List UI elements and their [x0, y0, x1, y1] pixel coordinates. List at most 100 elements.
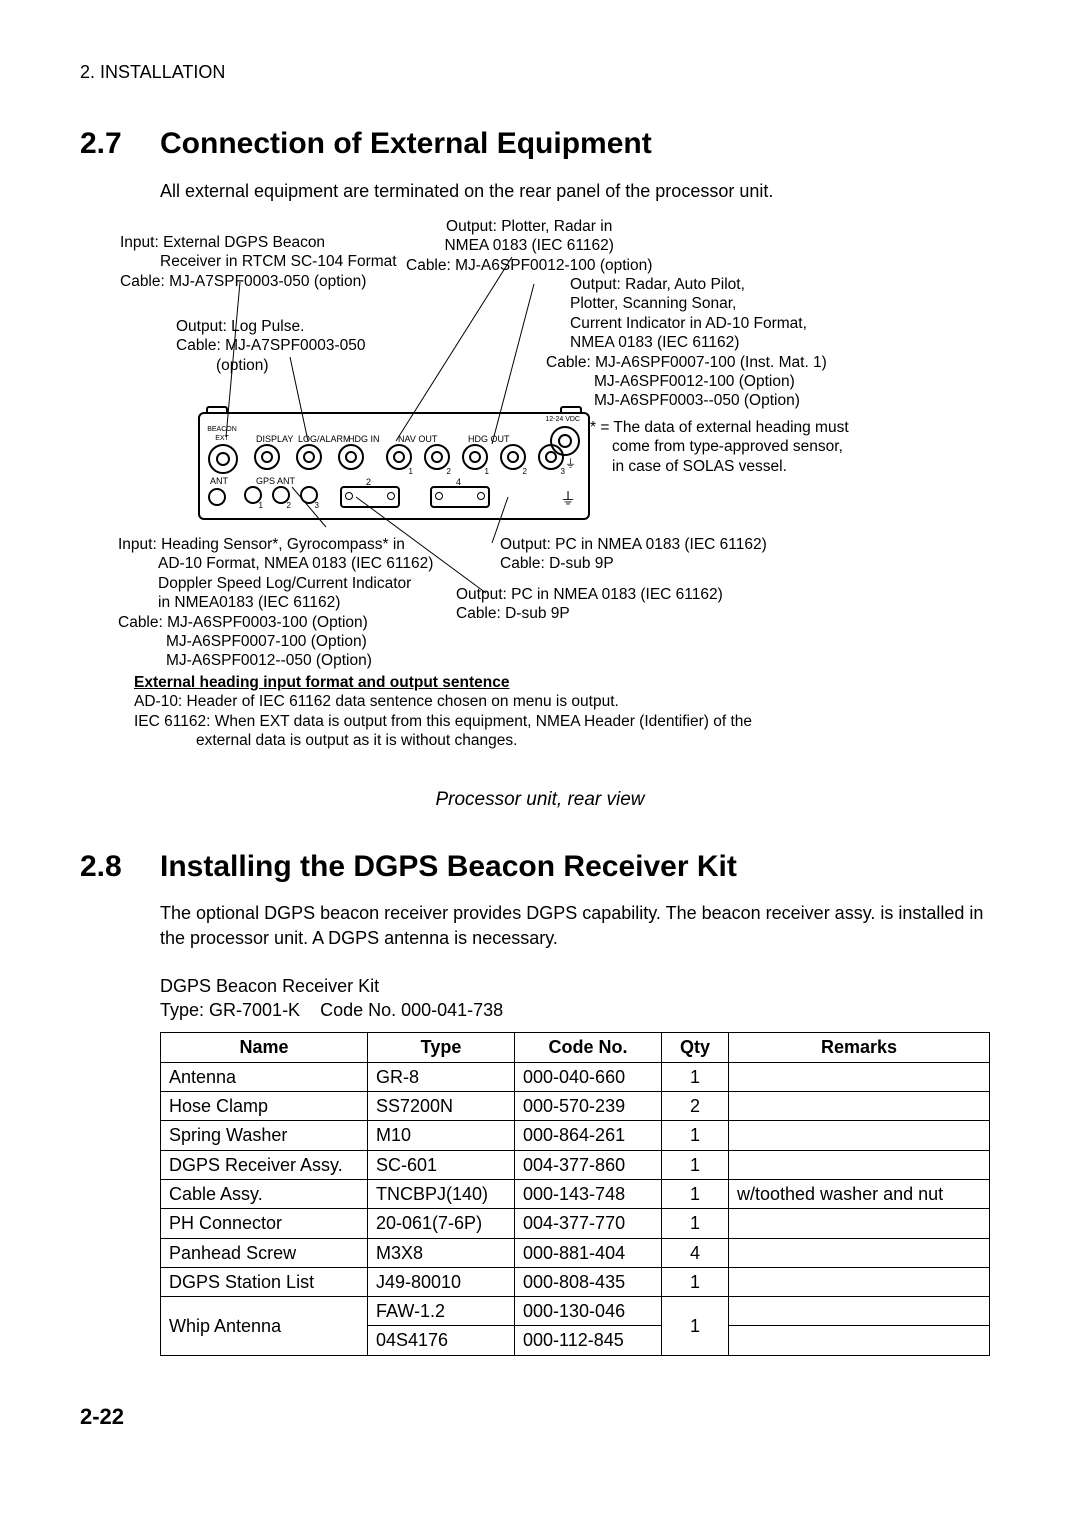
text: Doppler Speed Log/Current Indicator	[158, 574, 433, 593]
cell-type: SS7200N	[368, 1092, 515, 1121]
table-row: Whip AntennaFAW-1.2000-130-0461	[161, 1297, 990, 1326]
text: in case of SOLAS vessel.	[612, 457, 849, 476]
parts-table: Name Type Code No. Qty Remarks AntennaGR…	[160, 1032, 990, 1355]
text: Output: PC in NMEA 0183 (IEC 61162)	[500, 535, 767, 554]
table-row: DGPS Receiver Assy.SC-601004-377-8601	[161, 1150, 990, 1179]
fuse-icon: ⏚	[565, 458, 576, 472]
th-type: Type	[368, 1033, 515, 1062]
callout-radar-output: Output: Radar, Auto Pilot, Plotter, Scan…	[570, 275, 827, 411]
text: Output: Log Pulse.	[176, 317, 366, 336]
text: NMEA 0183 (IEC 61162)	[406, 236, 652, 255]
cell-type: 04S4176	[368, 1326, 515, 1355]
callout-heading-input: Input: Heading Sensor*, Gyrocompass* in …	[118, 535, 433, 671]
text: Output: Radar, Auto Pilot,	[570, 275, 827, 294]
cell-code: 000-570-239	[515, 1092, 662, 1121]
text: NMEA 0183 (IEC 61162)	[570, 333, 827, 352]
section-title: Connection of External Equipment	[160, 127, 652, 160]
section-2-7-intro: All external equipment are terminated on…	[160, 179, 1000, 203]
text: AD-10 Format, NMEA 0183 (IEC 61162)	[158, 554, 433, 573]
port-power	[550, 426, 580, 456]
th-qty: Qty	[662, 1033, 729, 1062]
section-2-8-heading: 2.8Installing the DGPS Beacon Receiver K…	[80, 847, 1000, 888]
cell-name: Whip Antenna	[161, 1297, 368, 1356]
text: AD-10: Header of IEC 61162 data sentence…	[134, 692, 752, 711]
cell-remarks	[729, 1238, 990, 1267]
cell-code: 000-864-261	[515, 1121, 662, 1150]
processor-rear-diagram: Input: External DGPS Beacon Receiver in …	[80, 217, 1000, 777]
cell-remarks	[729, 1209, 990, 1238]
cell-code: 000-112-845	[515, 1326, 662, 1355]
cell-qty: 1	[662, 1062, 729, 1091]
text: Output: PC in NMEA 0183 (IEC 61162)	[456, 585, 723, 604]
cell-remarks	[729, 1092, 990, 1121]
diagram-caption: Processor unit, rear view	[80, 787, 1000, 813]
table-header-row: Name Type Code No. Qty Remarks	[161, 1033, 990, 1062]
cell-code: 004-377-770	[515, 1209, 662, 1238]
table-row: Cable Assy.TNCBPJ(140)000-143-7481w/toot…	[161, 1179, 990, 1208]
cell-name: Antenna	[161, 1062, 368, 1091]
kit-type-code: Type: GR-7001-K Code No. 000-041-738	[160, 998, 1000, 1022]
port-gps-2: 2	[272, 486, 290, 504]
text: Cable: MJ-A6SPF0007-100 (Inst. Mat. 1)	[546, 353, 827, 372]
cell-code: 004-377-860	[515, 1150, 662, 1179]
text: Receiver in RTCM SC-104 Format	[160, 252, 397, 271]
callout-plotter-output: Output: Plotter, Radar in NMEA 0183 (IEC…	[406, 217, 652, 275]
text: MJ-A6SPF0003--050 (Option)	[594, 391, 827, 410]
text: Current Indicator in AD-10 Format,	[570, 314, 827, 333]
port-hdgin	[338, 444, 364, 470]
callout-beacon-input: Input: External DGPS Beacon Receiver in …	[120, 233, 397, 291]
cell-type: TNCBPJ(140)	[368, 1179, 515, 1208]
cell-remarks	[729, 1150, 990, 1179]
section-title: Installing the DGPS Beacon Receiver Kit	[160, 850, 737, 883]
text: Cable: D-sub 9P	[456, 604, 723, 623]
cell-name: Hose Clamp	[161, 1092, 368, 1121]
text: External heading input format and output…	[134, 673, 752, 692]
cell-type: GR-8	[368, 1062, 515, 1091]
cell-qty: 2	[662, 1092, 729, 1121]
text: MJ-A6SPF0012--050 (Option)	[166, 651, 433, 670]
table-row: AntennaGR-8000-040-6601	[161, 1062, 990, 1091]
text: Cable: MJ-A7SPF0003-050	[176, 336, 366, 355]
callout-log-pulse: Output: Log Pulse. Cable: MJ-A7SPF0003-0…	[176, 317, 366, 375]
th-name: Name	[161, 1033, 368, 1062]
cell-code: 000-881-404	[515, 1238, 662, 1267]
cell-remarks	[729, 1062, 990, 1091]
text: Input: External DGPS Beacon	[120, 233, 397, 252]
cell-code: 000-808-435	[515, 1267, 662, 1296]
cell-name: Cable Assy.	[161, 1179, 368, 1208]
cell-name: DGPS Receiver Assy.	[161, 1150, 368, 1179]
cell-name: PH Connector	[161, 1209, 368, 1238]
text: MJ-A6SPF0007-100 (Option)	[166, 632, 433, 651]
section-2-8-intro: The optional DGPS beacon receiver provid…	[160, 901, 1000, 950]
port-display	[254, 444, 280, 470]
cell-qty: 1	[662, 1179, 729, 1208]
processor-unit: 12-24 VDC BEACONEXT DISPLAY LOG/ALARM HD…	[198, 412, 590, 520]
dsub-2: 2	[340, 486, 400, 508]
callout-star-note: * = The data of external heading must co…	[590, 418, 849, 476]
text: in NMEA0183 (IEC 61162)	[158, 593, 433, 612]
callout-pc-out-1: Output: PC in NMEA 0183 (IEC 61162) Cabl…	[500, 535, 767, 574]
cell-type: FAW-1.2	[368, 1297, 515, 1326]
cell-type: SC-601	[368, 1150, 515, 1179]
dsub-4: 4	[430, 486, 490, 508]
cell-remarks	[729, 1267, 990, 1296]
table-row: Hose ClampSS7200N000-570-2392	[161, 1092, 990, 1121]
table-row: Panhead ScrewM3X8000-881-4044	[161, 1238, 990, 1267]
chapter-header: 2. INSTALLATION	[80, 60, 1000, 84]
table-row: Spring WasherM10000-864-2611	[161, 1121, 990, 1150]
text: MJ-A6SPF0012-100 (Option)	[594, 372, 827, 391]
table-row: PH Connector20-061(7-6P)004-377-7701	[161, 1209, 990, 1238]
lbl-beacon: BEACONEXT	[204, 426, 240, 444]
cell-qty: 1	[662, 1209, 729, 1238]
text: external data is output as it is without…	[196, 731, 752, 750]
cell-remarks: w/toothed washer and nut	[729, 1179, 990, 1208]
th-remarks: Remarks	[729, 1033, 990, 1062]
cell-name: Spring Washer	[161, 1121, 368, 1150]
text: IEC 61162: When EXT data is output from …	[134, 712, 752, 731]
port-navout-1: 1	[386, 444, 412, 470]
cell-remarks	[729, 1121, 990, 1150]
cell-qty: 1	[662, 1267, 729, 1296]
external-heading-note: External heading input format and output…	[134, 673, 752, 751]
port-gps-1: 1	[244, 486, 262, 504]
text: Output: Plotter, Radar in	[406, 217, 652, 236]
